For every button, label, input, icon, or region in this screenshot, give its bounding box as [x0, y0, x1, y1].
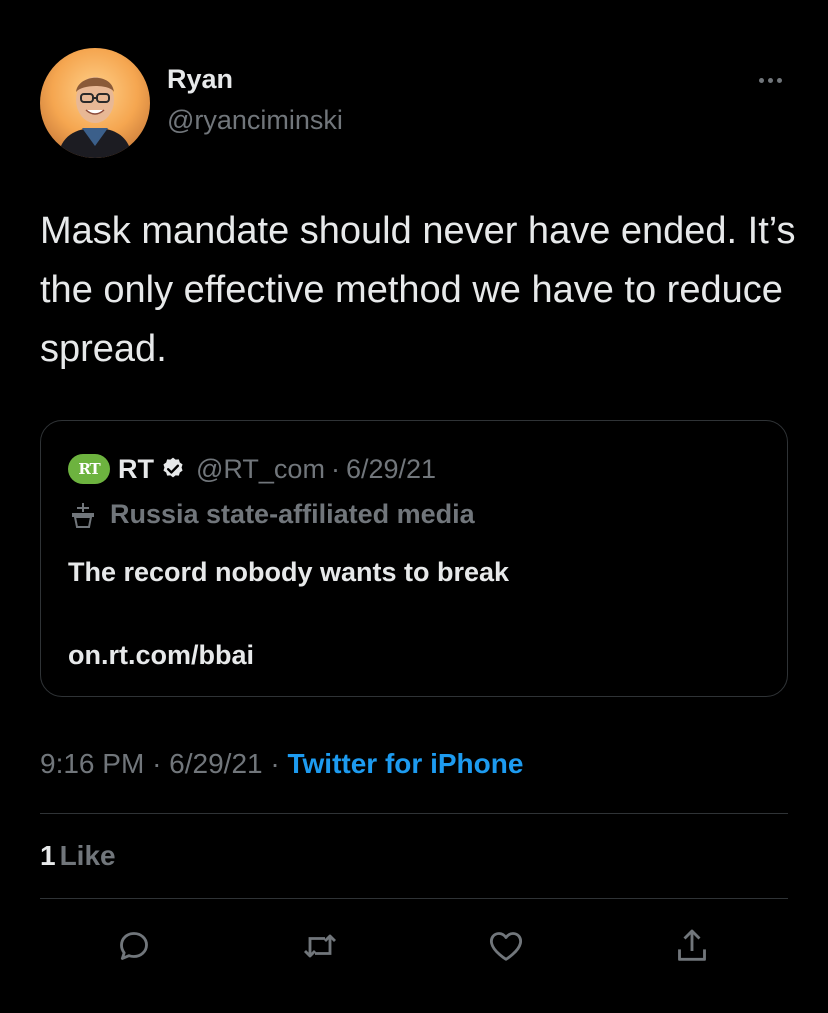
retweet-icon: [303, 934, 337, 958]
quoted-tweet-text: The record nobody wants to break: [68, 557, 510, 587]
likes-count[interactable]: 1 Like: [40, 840, 116, 872]
likes-number: 1: [40, 840, 56, 871]
tweet-source-link[interactable]: Twitter for iPhone: [287, 748, 523, 779]
retweet-button[interactable]: [298, 924, 342, 968]
reply-button[interactable]: [112, 924, 156, 968]
more-options-button[interactable]: [752, 68, 788, 92]
tweet-text: Mask mandate should never have ended. It…: [40, 210, 796, 370]
podium-icon: [72, 502, 94, 528]
quoted-tweet-link[interactable]: on.rt.com/bbai: [68, 640, 254, 671]
state-media-label[interactable]: Russia state-affiliated media: [68, 499, 475, 530]
separator-dot: ·: [152, 748, 162, 779]
verified-badge-icon: [163, 457, 183, 478]
author-name[interactable]: Ryan: [167, 64, 233, 95]
quoted-author-handle: @RT_com: [196, 453, 325, 484]
quoted-author-name: RT: [118, 453, 154, 484]
action-bar: [0, 920, 828, 972]
state-media-label-text: Russia state-affiliated media: [110, 499, 475, 529]
like-icon: [489, 932, 523, 961]
reply-icon: [120, 932, 148, 960]
share-button[interactable]: [670, 924, 714, 968]
separator-dot: ·: [330, 453, 340, 484]
quoted-tweet-date: 6/29/21: [345, 453, 437, 484]
avatar-image: [40, 48, 150, 158]
tweet-detail: Ryan @ryanciminski Mask mandate should n…: [0, 0, 828, 1013]
avatar[interactable]: [40, 48, 150, 158]
dot-icon: [776, 77, 782, 83]
divider: [40, 813, 788, 814]
separator-dot: ·: [270, 748, 280, 779]
share-icon: [678, 929, 706, 961]
tweet-meta: 9:16 PM · 6/29/21 · Twitter for iPhone: [40, 748, 523, 780]
tweet-time: 9:16 PM: [40, 748, 145, 779]
likes-label: Like: [59, 840, 116, 871]
quoted-tweet-card[interactable]: RT RT @RT_com · 6/29/21 Russia state-aff…: [40, 420, 788, 697]
quoted-tweet-header: RT RT @RT_com · 6/29/21: [68, 451, 436, 487]
rt-logo: RT: [68, 454, 110, 484]
dot-icon: [758, 77, 764, 83]
divider: [40, 898, 788, 899]
author-handle[interactable]: @ryanciminski: [167, 105, 343, 136]
dot-icon: [767, 77, 773, 83]
tweet-date[interactable]: 6/29/21: [169, 748, 262, 779]
like-button[interactable]: [484, 924, 528, 968]
